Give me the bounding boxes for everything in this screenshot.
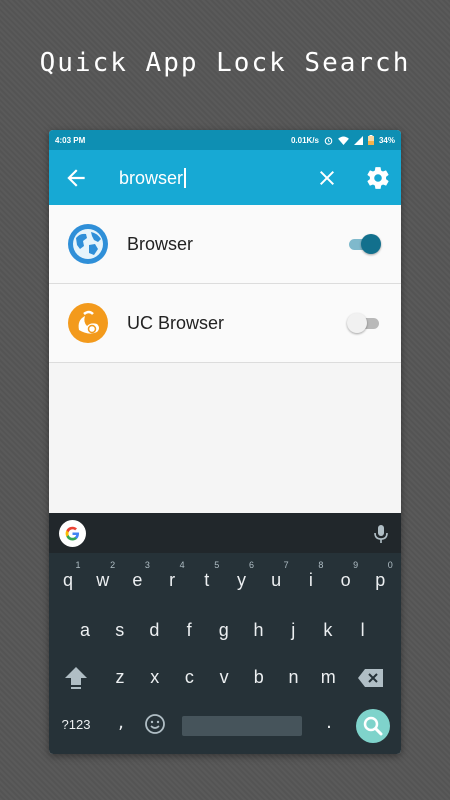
- key-hint: 5: [214, 560, 220, 570]
- key-hint: 1: [75, 560, 81, 570]
- status-bar: 4:03 PM 0.01K/s 34%: [49, 130, 401, 150]
- phone-screen: 4:03 PM 0.01K/s 34% browser Browser UC B…: [49, 130, 401, 754]
- search-query: browser: [119, 167, 184, 188]
- app-list: Browser UC Browser: [49, 205, 401, 363]
- space-key[interactable]: [182, 716, 302, 736]
- period-key[interactable]: .: [319, 709, 339, 737]
- key-h[interactable]: h: [244, 612, 274, 648]
- google-icon[interactable]: [59, 520, 86, 547]
- uc-squirrel-icon: [68, 303, 108, 343]
- close-icon[interactable]: [315, 166, 339, 190]
- signal-icon: [353, 135, 363, 145]
- shift-icon[interactable]: [63, 664, 89, 690]
- key-hint: 9: [353, 560, 359, 570]
- search-icon: [363, 716, 383, 736]
- text-cursor: [184, 168, 186, 188]
- search-input[interactable]: browser: [119, 164, 319, 192]
- key-a[interactable]: a: [70, 612, 100, 648]
- symbols-key[interactable]: ?123: [55, 711, 97, 739]
- microphone-icon[interactable]: [371, 523, 391, 545]
- keyboard-toolbar: [49, 513, 401, 553]
- alarm-icon: [324, 136, 333, 145]
- battery-level: 34%: [378, 135, 395, 145]
- app-name: Browser: [127, 233, 194, 254]
- arrow-left-icon[interactable]: [63, 165, 89, 191]
- key-m[interactable]: m: [313, 659, 343, 695]
- gear-icon[interactable]: [365, 165, 391, 191]
- wifi-icon: [338, 135, 349, 145]
- key-hint: 7: [283, 560, 289, 570]
- key-c[interactable]: c: [174, 659, 204, 695]
- key-d[interactable]: d: [139, 612, 169, 648]
- key-s[interactable]: s: [105, 612, 135, 648]
- battery-icon: [367, 135, 374, 145]
- network-speed: 0.01K/s: [290, 135, 319, 145]
- key-l[interactable]: l: [348, 612, 378, 648]
- key-v[interactable]: v: [209, 659, 239, 695]
- key-hint: 0: [387, 560, 393, 570]
- key-z[interactable]: z: [105, 659, 135, 695]
- list-item-browser[interactable]: Browser: [49, 205, 401, 284]
- lock-toggle-browser[interactable]: [347, 234, 383, 254]
- search-key[interactable]: [356, 709, 390, 743]
- status-time: 4:03 PM: [55, 135, 86, 145]
- headline: Quick App Lock Search: [39, 48, 411, 78]
- toggle-thumb: [361, 234, 381, 254]
- key-j[interactable]: j: [278, 612, 308, 648]
- comma-key[interactable]: ,: [111, 709, 131, 737]
- app-name: UC Browser: [127, 312, 225, 333]
- key-hint: 8: [318, 560, 324, 570]
- key-hint: 6: [248, 560, 254, 570]
- list-item-uc-browser[interactable]: UC Browser: [49, 284, 401, 363]
- app-bar: browser: [49, 150, 401, 205]
- emoji-icon[interactable]: [143, 712, 167, 736]
- key-n[interactable]: n: [279, 659, 309, 695]
- backspace-icon[interactable]: [357, 668, 385, 688]
- lock-toggle-uc-browser[interactable]: [347, 313, 383, 333]
- key-k[interactable]: k: [313, 612, 343, 648]
- key-f[interactable]: f: [174, 612, 204, 648]
- key-g[interactable]: g: [209, 612, 239, 648]
- keyboard: q1w2e3r4t5y6u7i8o9p0 asdfghjkl zxcvbnm ?…: [49, 513, 401, 754]
- key-x[interactable]: x: [140, 659, 170, 695]
- globe-icon: [68, 224, 108, 264]
- key-b[interactable]: b: [244, 659, 274, 695]
- toggle-thumb: [347, 313, 367, 333]
- key-hint: 2: [110, 560, 116, 570]
- key-hint: 3: [144, 560, 150, 570]
- key-hint: 4: [179, 560, 185, 570]
